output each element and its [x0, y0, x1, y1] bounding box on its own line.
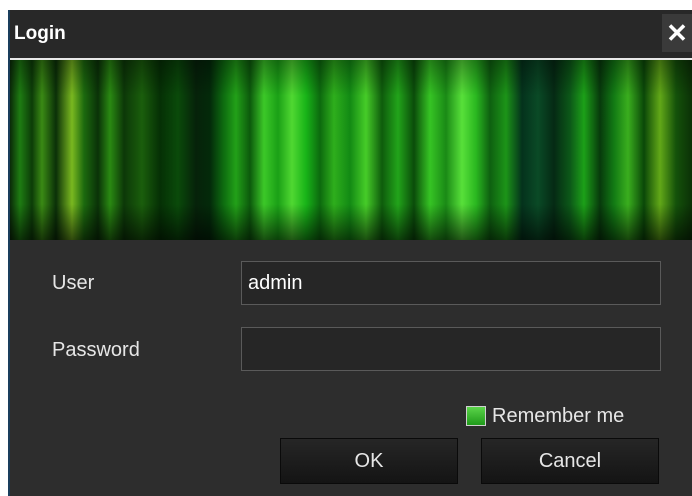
- close-icon: ✕: [666, 18, 688, 48]
- password-label: Password: [52, 339, 140, 361]
- user-label: User: [52, 272, 95, 294]
- remember-me-checkbox[interactable]: [466, 406, 486, 426]
- cancel-button[interactable]: Cancel: [481, 438, 659, 484]
- user-input[interactable]: [241, 261, 661, 305]
- password-input[interactable]: [241, 327, 661, 371]
- remember-me-label: Remember me: [492, 404, 625, 427]
- ok-button[interactable]: OK: [280, 438, 458, 484]
- title-bar: Login ✕: [10, 10, 692, 59]
- dialog-title: Login: [14, 23, 66, 44]
- remember-me-option[interactable]: Remember me: [466, 402, 624, 430]
- header-banner: [10, 58, 692, 240]
- close-button[interactable]: ✕: [662, 14, 692, 52]
- login-dialog: Login ✕ User Password Remember me OK Can…: [8, 10, 692, 496]
